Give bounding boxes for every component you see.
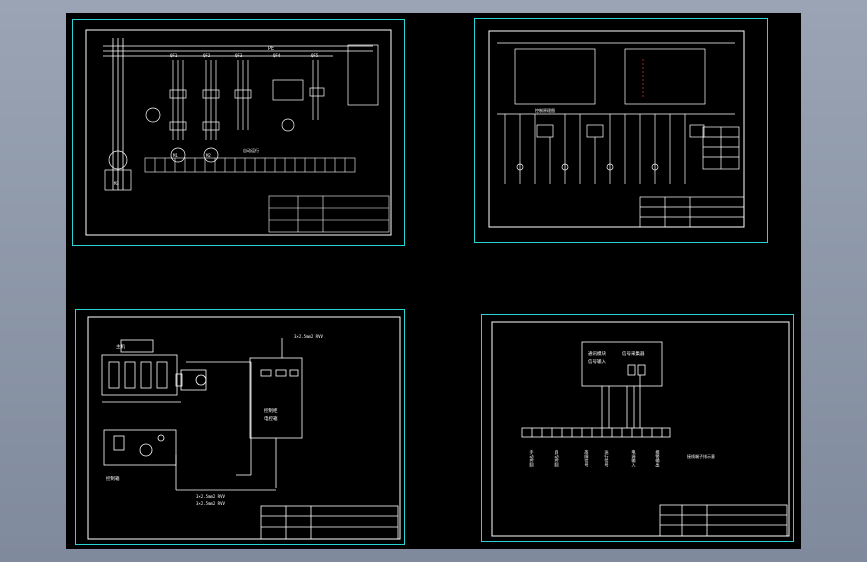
power-circuit-drawing: PE QF1 QF2 QF3 QF4 QF5 M1 M2 M3 自动运行 — [85, 29, 392, 236]
terminal-note: 接线端子排示意 — [687, 453, 715, 459]
bus-label: PE — [268, 46, 274, 52]
cable-label-top: 3×2.5mm2 RVV — [294, 334, 323, 339]
terminal-column-label: 自动控制 — [554, 449, 560, 469]
module-right-label: 信号采集器 — [622, 350, 645, 357]
terminal-column-label: 运行信号 — [604, 449, 610, 469]
machine-label: 主机 — [116, 343, 125, 350]
drawing-canvas[interactable]: PE QF1 QF2 QF3 QF4 QF5 M1 M2 M3 自动运行 控制原… — [66, 13, 801, 549]
communication-wiring-drawing: 通讯模块 信号输入 信号采集器 接线端子排示意 手动控制 自动控制 故障信号 运… — [491, 321, 790, 537]
sheet-power-circuit[interactable]: PE QF1 QF2 QF3 QF4 QF5 M1 M2 M3 自动运行 — [72, 19, 405, 246]
breaker-label: QF5 — [311, 53, 319, 58]
terminal-column-label: 故障信号 — [584, 449, 590, 469]
breaker-label: QF2 — [203, 53, 211, 58]
cable-label-bottom: 3×2.5mm2 RVV — [196, 501, 225, 506]
breaker-label: QF3 — [235, 53, 243, 58]
control-note: 控制原理图 — [535, 107, 555, 113]
sheet-communication-wiring[interactable]: 通讯模块 信号输入 信号采集器 接线端子排示意 手动控制 自动控制 故障信号 运… — [481, 314, 794, 542]
panel-label: 控制箱 — [106, 475, 120, 482]
module-subtitle: 信号输入 — [588, 358, 606, 365]
terminal-column-label: 手动控制 — [529, 449, 535, 469]
breaker-label: QF1 — [170, 53, 178, 58]
equipment-layout-drawing: 主机 3×2.5mm2 RVV 3×2.5mm2 RVV 3×2.5mm2 RV… — [87, 316, 401, 540]
cabinet-sublabel: 电控箱 — [264, 415, 278, 422]
terminal-column-label: 电源输入 — [631, 449, 637, 468]
breaker-label: QF4 — [273, 53, 281, 58]
sheet-equipment-layout[interactable]: 主机 3×2.5mm2 RVV 3×2.5mm2 RVV 3×2.5mm2 RV… — [75, 309, 405, 545]
module-title: 通讯模块 — [588, 350, 606, 357]
control-circuit-drawing: 控制原理图 — [488, 30, 745, 228]
cabinet-label: 控制柜 — [264, 407, 278, 414]
motor-label: M1 — [173, 153, 178, 158]
sheet-control-circuit[interactable]: 控制原理图 — [474, 18, 768, 243]
cable-label-bottom: 3×2.5mm2 RVV — [196, 494, 225, 499]
motor-label: M3 — [114, 181, 119, 186]
terminal-column-label: 报警输出 — [655, 449, 661, 469]
section-label: 自动运行 — [243, 147, 259, 153]
motor-label: M2 — [206, 153, 211, 158]
